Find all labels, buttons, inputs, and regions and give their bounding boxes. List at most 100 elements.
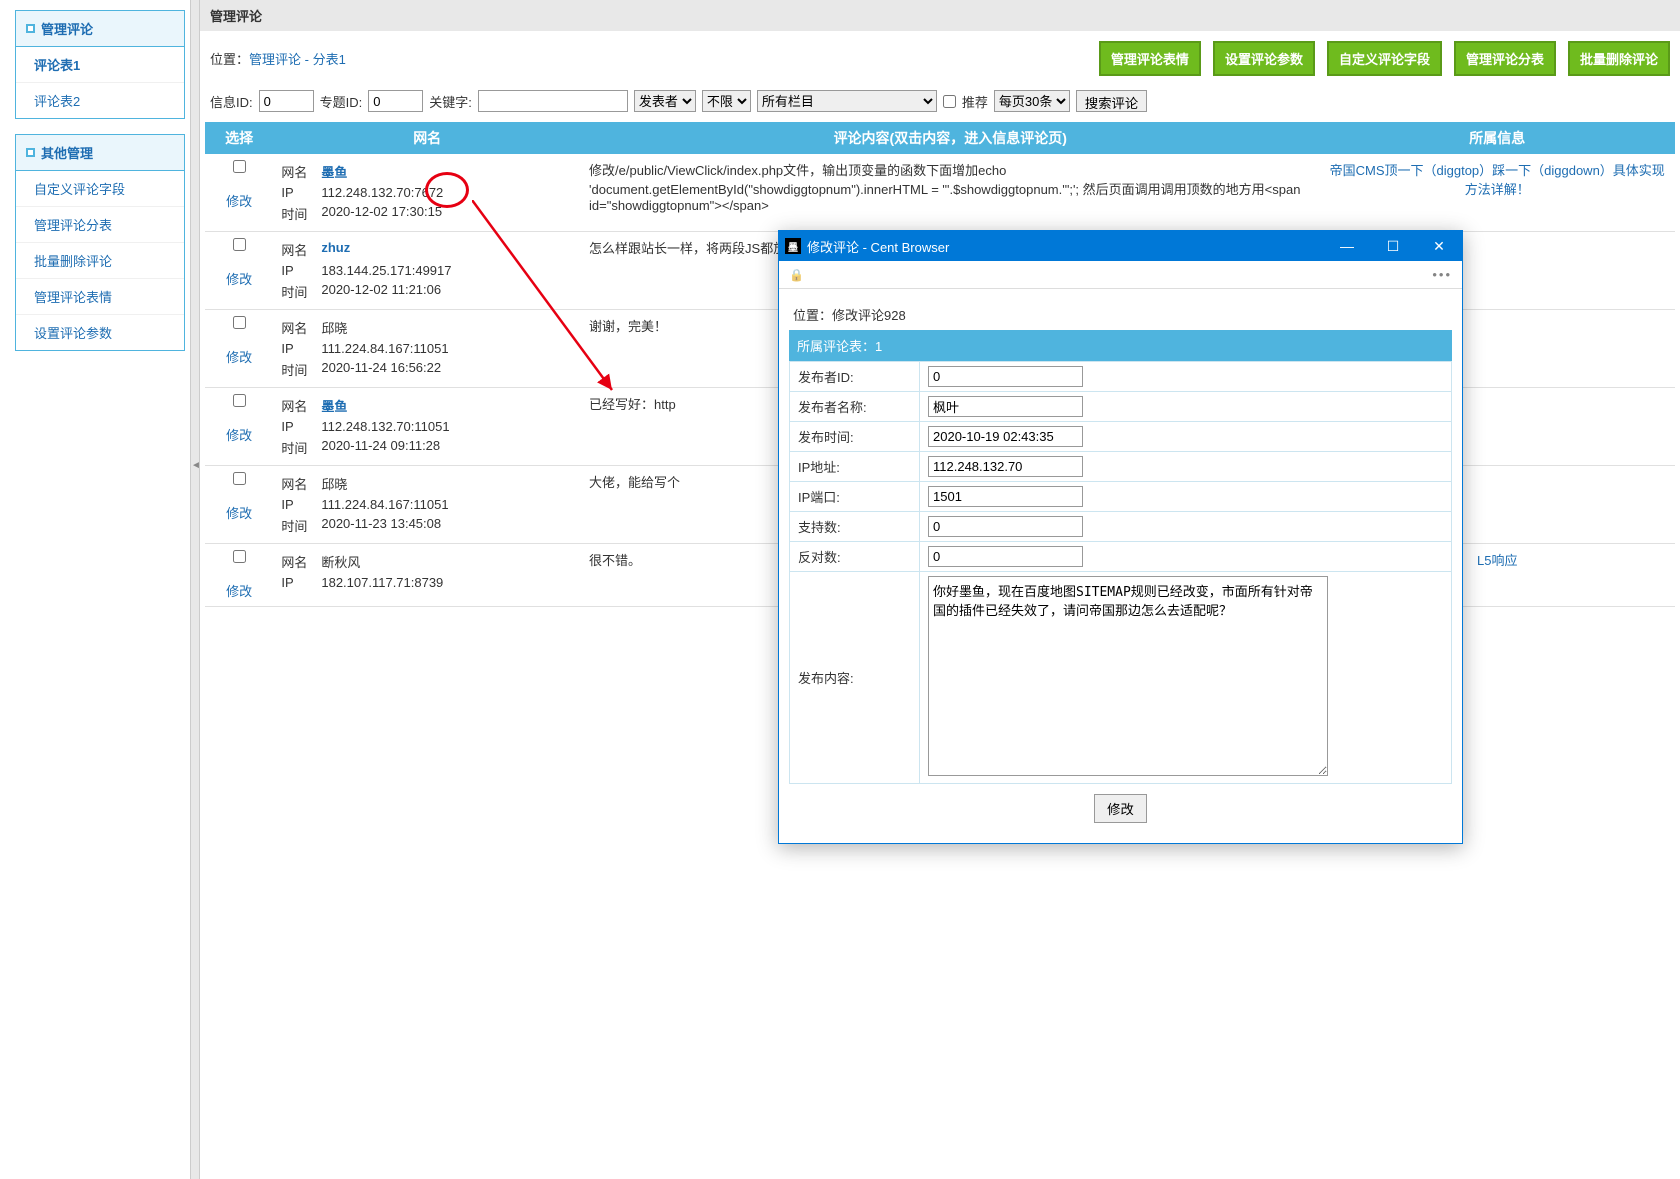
modify-link[interactable]: 修改 [226, 584, 252, 599]
pane-divider[interactable]: ◄ [190, 0, 200, 1179]
submit-button[interactable]: 修改 [1094, 794, 1147, 823]
sidebar-item-manage-tables[interactable]: 管理评论分表 [16, 207, 184, 243]
topic-id-label: 专题ID: [320, 92, 363, 111]
sidebar-panel-other: 其他管理 自定义评论字段 管理评论分表 批量删除评论 管理评论表情 设置评论参数 [15, 134, 185, 351]
ip-value: 183.144.25.171:49917 [321, 263, 451, 278]
form-input[interactable] [928, 426, 1083, 447]
info-link[interactable]: 帝国CMS顶一下（diggtop）踩一下（diggdown）具体实现方法详解！ [1330, 163, 1665, 197]
btn-tables[interactable]: 管理评论分表 [1454, 41, 1556, 76]
th-netname: 网名 [273, 122, 581, 154]
keyword-label: 关键字: [429, 92, 472, 111]
form-label-content: 发布内容: [790, 572, 920, 784]
btn-params[interactable]: 设置评论参数 [1213, 41, 1315, 76]
modify-link[interactable]: 修改 [226, 272, 252, 287]
form-label: 支持数: [790, 512, 920, 542]
info-id-label: 信息ID: [210, 92, 253, 111]
modal-title: 修改评论 - Cent Browser [807, 237, 1324, 256]
row-checkbox[interactable] [233, 472, 246, 485]
recommend-checkbox[interactable] [943, 95, 956, 108]
row-checkbox[interactable] [233, 550, 246, 563]
filter-bar: 信息ID: 专题ID: 关键字: 发表者 不限 所有栏目 推荐 每页30条 搜索… [200, 86, 1680, 122]
time-value: 2020-12-02 11:21:06 [321, 282, 441, 301]
ip-value: 112.248.132.70:7672 [321, 185, 443, 200]
netname-value: zhuz [321, 240, 350, 259]
form-input[interactable] [928, 366, 1083, 387]
sidebar-item-set-params[interactable]: 设置评论参数 [16, 315, 184, 350]
ip-value: 111.224.84.167:11051 [321, 341, 448, 356]
btn-emoji[interactable]: 管理评论表情 [1099, 41, 1201, 76]
modal-section-header: 所属评论表：1 [789, 330, 1452, 361]
content-cell[interactable]: 修改/e/public/ViewClick/index.php文件，输出顶变量的… [581, 154, 1319, 232]
select-poster[interactable]: 发表者 [634, 90, 696, 112]
row-checkbox[interactable] [233, 394, 246, 407]
lock-icon: 🔒 [789, 268, 804, 282]
ip-value: 112.248.132.70:11051 [321, 419, 449, 434]
netname-value: 断秋风 [321, 552, 360, 571]
info-link[interactable]: L5响应 [1477, 553, 1517, 568]
row-checkbox[interactable] [233, 238, 246, 251]
sidebar-panel-comments: 管理评论 评论表1 评论表2 [15, 10, 185, 119]
sidebar-item-batch-delete[interactable]: 批量删除评论 [16, 243, 184, 279]
th-select: 选择 [205, 122, 273, 154]
select-column[interactable]: 所有栏目 [757, 90, 937, 112]
btn-batch-del[interactable]: 批量删除评论 [1568, 41, 1670, 76]
edit-form-table: 发布者ID:发布者名称:发布时间:IP地址:IP端口:支持数:反对数:发布内容:… [789, 361, 1452, 784]
time-value: 2020-11-23 13:45:08 [321, 516, 441, 535]
minimize-button[interactable]: — [1324, 231, 1370, 261]
sidebar-item-manage-emoji[interactable]: 管理评论表情 [16, 279, 184, 315]
modal-title-bar[interactable]: 墨 修改评论 - Cent Browser — ☐ ✕ [779, 231, 1462, 261]
form-label: IP端口: [790, 482, 920, 512]
modify-link[interactable]: 修改 [226, 194, 252, 209]
form-input[interactable] [928, 396, 1083, 417]
sidebar-item-table1[interactable]: 评论表1 [16, 47, 184, 83]
keyword-input[interactable] [478, 90, 628, 112]
select-limit[interactable]: 不限 [702, 90, 751, 112]
recommend-label: 推荐 [962, 92, 988, 111]
modify-link[interactable]: 修改 [226, 506, 252, 521]
main-pane: 管理评论 位置：管理评论 - 分表1 管理评论表情 设置评论参数 自定义评论字段… [200, 0, 1680, 1179]
close-button[interactable]: ✕ [1416, 231, 1462, 261]
time-value: 2020-11-24 16:56:22 [321, 360, 441, 379]
table-row: 修改网名墨鱼IP112.248.132.70:7672时间2020-12-02 … [205, 154, 1675, 232]
modal-breadcrumb: 位置：修改评论928 [789, 299, 1452, 330]
breadcrumb-link[interactable]: 管理评论 - 分表1 [249, 52, 346, 67]
sidebar: 管理评论 评论表1 评论表2 其他管理 自定义评论字段 管理评论分表 批量删除评… [0, 0, 190, 1179]
search-button[interactable]: 搜索评论 [1076, 90, 1147, 112]
breadcrumb: 位置：管理评论 - 分表1 [210, 49, 346, 68]
form-label: IP地址: [790, 452, 920, 482]
time-value: 2020-12-02 17:30:15 [321, 204, 442, 223]
select-pagesize[interactable]: 每页30条 [994, 90, 1070, 112]
sidebar-item-table2[interactable]: 评论表2 [16, 83, 184, 118]
modify-link[interactable]: 修改 [226, 350, 252, 365]
form-input[interactable] [928, 516, 1083, 537]
row-checkbox[interactable] [233, 316, 246, 329]
content-textarea[interactable]: 你好墨鱼，现在百度地图SITEMAP规则已经改变，市面所有针对帝国的插件已经失效… [928, 576, 1328, 776]
topic-id-input[interactable] [368, 90, 423, 112]
edit-comment-modal: 墨 修改评论 - Cent Browser — ☐ ✕ 🔒 ••• 位置：修改评… [778, 230, 1463, 844]
panel-title: 其他管理 [41, 143, 93, 162]
modify-link[interactable]: 修改 [226, 428, 252, 443]
form-input[interactable] [928, 486, 1083, 507]
info-id-input[interactable] [259, 90, 314, 112]
sidebar-item-custom-fields[interactable]: 自定义评论字段 [16, 171, 184, 207]
app-icon: 墨 [785, 238, 801, 254]
form-label: 发布者名称: [790, 392, 920, 422]
square-icon [26, 24, 35, 33]
netname-value: 墨鱼 [321, 162, 347, 181]
ip-value: 111.224.84.167:11051 [321, 497, 448, 512]
netname-value: 墨鱼 [321, 396, 347, 415]
menu-dots-icon[interactable]: ••• [1432, 267, 1452, 282]
btn-fields[interactable]: 自定义评论字段 [1327, 41, 1442, 76]
th-content: 评论内容(双击内容，进入信息评论页) [581, 122, 1319, 154]
page-title: 管理评论 [200, 0, 1680, 31]
time-value: 2020-11-24 09:11:28 [321, 438, 440, 457]
th-info: 所属信息 [1319, 122, 1675, 154]
modal-address-bar: 🔒 ••• [779, 261, 1462, 289]
form-input[interactable] [928, 456, 1083, 477]
maximize-button[interactable]: ☐ [1370, 231, 1416, 261]
row-checkbox[interactable] [233, 160, 246, 173]
form-input[interactable] [928, 546, 1083, 567]
netname-value: 邱晓 [321, 474, 347, 493]
form-label: 发布时间: [790, 422, 920, 452]
form-label: 发布者ID: [790, 362, 920, 392]
